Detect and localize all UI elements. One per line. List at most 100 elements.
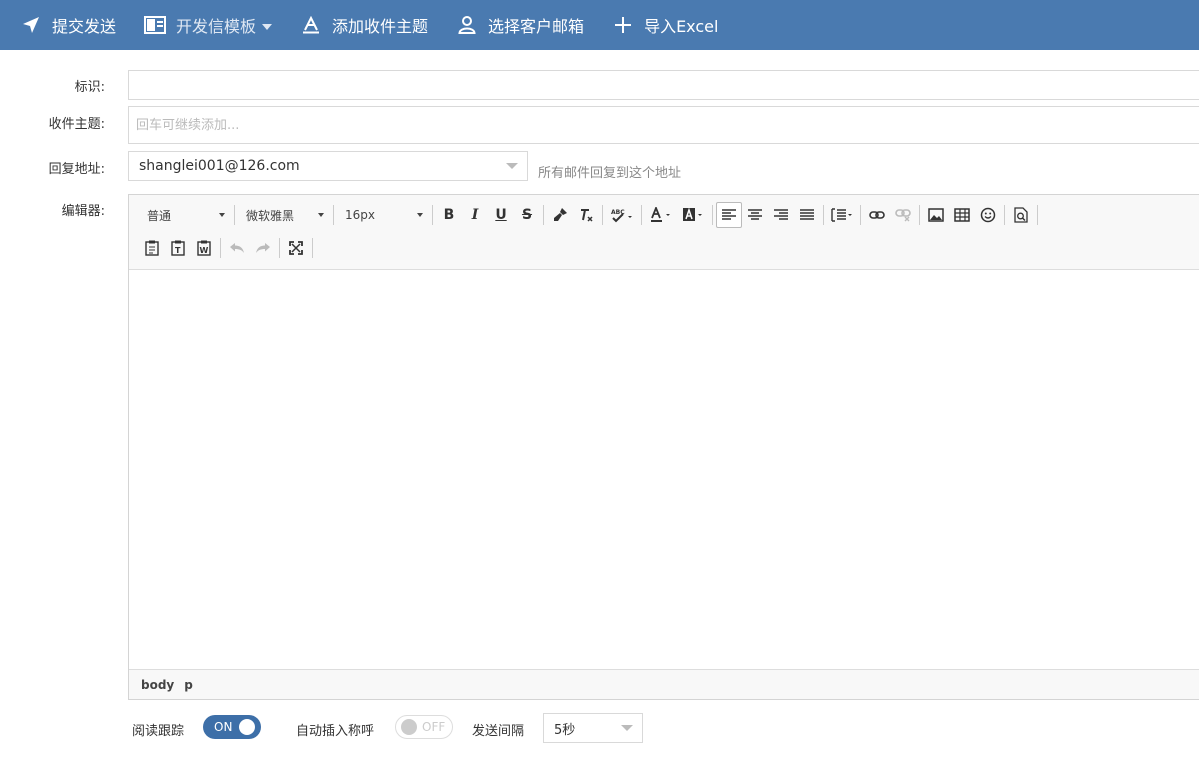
font-size-value: 16px bbox=[345, 208, 375, 222]
divider bbox=[333, 205, 334, 225]
redo-button[interactable] bbox=[250, 235, 276, 261]
id-field-wrap bbox=[128, 70, 1199, 100]
auto-greeting-state: OFF bbox=[422, 720, 446, 734]
font-family-value: 微软雅黑 bbox=[246, 208, 295, 223]
path-p[interactable]: p bbox=[184, 678, 193, 692]
align-left-button[interactable] bbox=[716, 202, 742, 228]
editor-toolbar-row-2: T W bbox=[139, 235, 316, 261]
send-interval-select[interactable]: 5秒 bbox=[543, 713, 643, 743]
submit-send-button[interactable]: 提交发送 bbox=[20, 0, 116, 50]
divider bbox=[823, 205, 824, 225]
clipboard-icon bbox=[145, 240, 159, 256]
paste-button[interactable] bbox=[139, 235, 165, 261]
reply-address-select[interactable]: shanglei001@126.com bbox=[128, 151, 528, 181]
divider bbox=[602, 205, 603, 225]
id-input[interactable] bbox=[129, 71, 1199, 99]
clear-format-button[interactable] bbox=[573, 202, 599, 228]
align-left-icon bbox=[722, 209, 736, 220]
svg-text:T: T bbox=[175, 246, 181, 255]
divider bbox=[712, 205, 713, 225]
user-icon bbox=[456, 14, 478, 36]
auto-greeting-label: 自动插入称呼 bbox=[296, 724, 375, 739]
subject-label: 收件主题: bbox=[48, 117, 105, 132]
strikethrough-button[interactable]: S bbox=[514, 202, 540, 228]
template-icon bbox=[144, 14, 167, 36]
line-height-icon bbox=[831, 208, 852, 222]
bold-button[interactable]: B bbox=[436, 202, 462, 228]
undo-icon bbox=[230, 243, 244, 253]
editor-content-area[interactable] bbox=[129, 270, 1199, 670]
strikethrough-icon: S bbox=[521, 207, 533, 223]
reply-address-label: 回复地址: bbox=[48, 162, 105, 177]
paste-text-icon: T bbox=[171, 240, 185, 256]
chevron-down-icon bbox=[318, 213, 324, 217]
spellcheck-icon: ABC bbox=[611, 209, 632, 223]
divider bbox=[279, 238, 280, 258]
path-body[interactable]: body bbox=[141, 678, 174, 692]
redo-icon bbox=[256, 243, 270, 253]
fullscreen-icon bbox=[289, 241, 303, 255]
toggle-knob bbox=[401, 719, 417, 735]
plus-icon bbox=[612, 14, 634, 36]
toggle-knob bbox=[239, 719, 255, 735]
chevron-down-icon bbox=[219, 213, 225, 217]
font-family-select[interactable]: 微软雅黑 bbox=[238, 203, 330, 227]
line-height-button[interactable] bbox=[827, 202, 857, 228]
background-color-button[interactable] bbox=[677, 202, 709, 228]
align-justify-button[interactable] bbox=[794, 202, 820, 228]
bold-icon: B bbox=[443, 207, 455, 223]
divider bbox=[220, 238, 221, 258]
italic-button[interactable]: I bbox=[462, 202, 488, 228]
paragraph-format-select[interactable]: 普通 bbox=[139, 203, 231, 227]
font-color-button[interactable] bbox=[645, 202, 677, 228]
font-size-select[interactable]: 16px bbox=[337, 203, 429, 227]
chevron-down-icon bbox=[621, 725, 633, 731]
insert-link-button[interactable] bbox=[864, 202, 890, 228]
fullscreen-button[interactable] bbox=[283, 235, 309, 261]
template-dropdown[interactable]: 开发信模板 bbox=[144, 0, 273, 50]
text-icon bbox=[300, 14, 322, 36]
smiley-icon bbox=[980, 207, 996, 223]
paste-text-button[interactable]: T bbox=[165, 235, 191, 261]
insert-image-button[interactable] bbox=[923, 202, 949, 228]
add-subject-label: 添加收件主题 bbox=[332, 17, 429, 36]
italic-icon: I bbox=[471, 207, 479, 223]
subject-input[interactable] bbox=[129, 107, 1199, 143]
reply-address-value: shanglei001@126.com bbox=[139, 158, 300, 174]
choose-email-button[interactable]: 选择客户邮箱 bbox=[456, 0, 584, 50]
table-icon bbox=[954, 208, 970, 222]
underline-button[interactable]: U bbox=[488, 202, 514, 228]
unlink-icon bbox=[895, 209, 911, 222]
font-color-icon bbox=[651, 207, 670, 222]
clear-format-icon bbox=[581, 209, 593, 222]
auto-greeting-toggle[interactable]: OFF bbox=[395, 715, 453, 739]
paste-word-button[interactable]: W bbox=[191, 235, 217, 261]
preview-icon bbox=[1014, 207, 1028, 223]
format-painter-button[interactable] bbox=[547, 202, 573, 228]
import-excel-button[interactable]: 导入Excel bbox=[612, 0, 718, 50]
id-label: 标识: bbox=[74, 80, 105, 95]
chevron-down-icon bbox=[262, 23, 273, 30]
undo-button[interactable] bbox=[224, 235, 250, 261]
divider bbox=[234, 205, 235, 225]
import-excel-label: 导入Excel bbox=[644, 17, 719, 36]
choose-email-label: 选择客户邮箱 bbox=[488, 17, 585, 36]
background-color-icon bbox=[683, 207, 702, 221]
subject-field-wrap bbox=[128, 106, 1199, 144]
read-tracking-state: ON bbox=[214, 720, 233, 734]
read-tracking-toggle[interactable]: ON bbox=[203, 715, 261, 739]
unlink-button[interactable] bbox=[890, 202, 916, 228]
insert-table-button[interactable] bbox=[949, 202, 975, 228]
align-right-button[interactable] bbox=[768, 202, 794, 228]
chevron-down-icon bbox=[417, 213, 423, 217]
divider bbox=[860, 205, 861, 225]
align-center-icon bbox=[748, 209, 762, 220]
spellcheck-button[interactable]: ABC bbox=[606, 202, 638, 228]
align-center-button[interactable] bbox=[742, 202, 768, 228]
add-subject-button[interactable]: 添加收件主题 bbox=[300, 0, 428, 50]
preview-button[interactable] bbox=[1008, 202, 1034, 228]
align-right-icon bbox=[774, 209, 788, 220]
template-label: 开发信模板 bbox=[176, 17, 257, 36]
send-icon bbox=[20, 14, 42, 36]
insert-emoji-button[interactable] bbox=[975, 202, 1001, 228]
